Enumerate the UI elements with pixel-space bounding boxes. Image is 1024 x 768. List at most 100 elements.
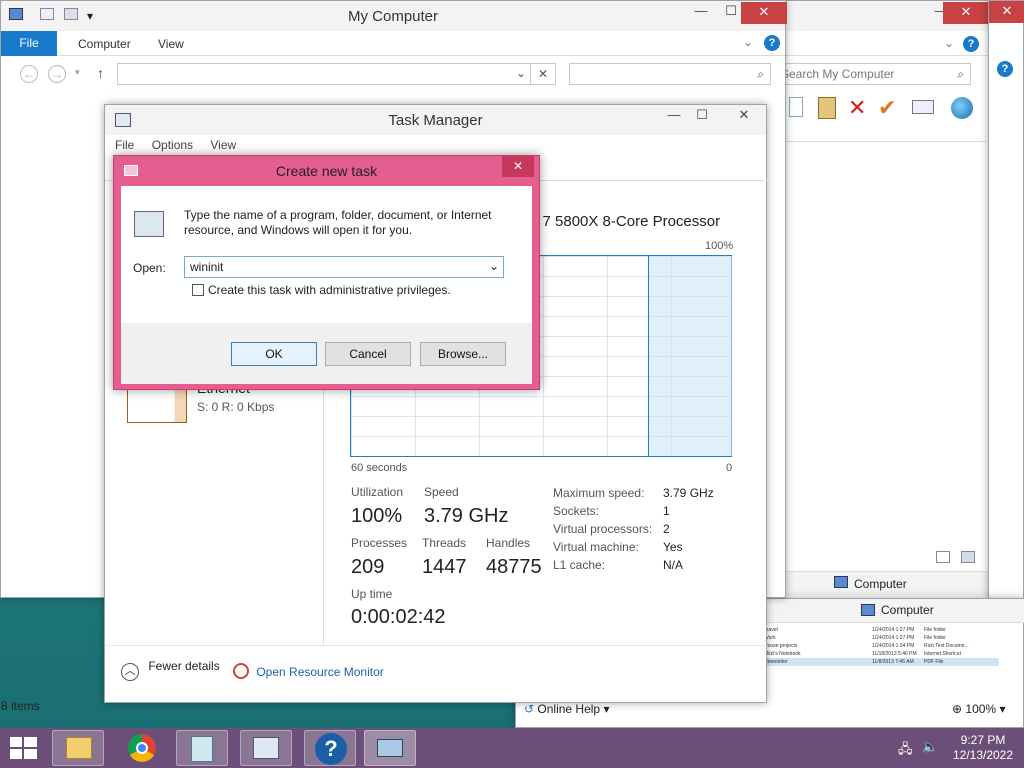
threads-value: 1447: [422, 556, 467, 578]
dialog-footer: OK Cancel Browse...: [121, 323, 532, 384]
processes-value: 209: [351, 556, 385, 578]
cpu-usage-fill: [648, 256, 732, 456]
forward-icon[interactable]: →: [48, 65, 66, 83]
close-button[interactable]: ✕: [989, 1, 1024, 23]
file-list: Travel 1/24/2014 1:27 PM File folder Work 1/…: [764, 626, 999, 681]
tab-file[interactable]: File: [1, 31, 57, 56]
uptime-label: Up time: [351, 587, 393, 601]
search-placeholder: Search My Computer: [781, 67, 895, 81]
speed-label: Speed: [424, 485, 459, 499]
help-icon[interactable]: ?: [963, 36, 979, 52]
windows-logo-icon: [10, 737, 22, 747]
utilization-label: Utilization: [351, 485, 404, 499]
zoom-control[interactable]: ⊕ 100% ▾: [952, 702, 1005, 716]
search-input[interactable]: Search My Computer ⌕: [776, 63, 971, 85]
maximize-button[interactable]: ☐: [685, 105, 719, 127]
up-icon[interactable]: ↑: [97, 65, 104, 81]
globe-icon[interactable]: [951, 97, 973, 119]
taskbar-explorer[interactable]: [52, 730, 104, 766]
back-icon[interactable]: ←: [20, 65, 38, 83]
page-icon[interactable]: [789, 97, 803, 117]
items-count: 8 items: [1, 699, 40, 713]
ribbon-tabs: File Computer View ⌄ ?: [1, 31, 785, 56]
help-icon[interactable]: ?: [764, 35, 780, 51]
menu-options[interactable]: Options: [152, 138, 193, 152]
footer-divider: [105, 645, 767, 646]
threads-label: Threads: [422, 536, 467, 550]
close-button[interactable]: ✕: [741, 2, 787, 24]
chevron-down-icon[interactable]: ⌄: [489, 259, 499, 273]
table-cell: 11/8/2013 7:46 AM: [872, 659, 914, 665]
online-help-label: Online Help: [537, 702, 601, 716]
clear-button[interactable]: ✕: [530, 63, 556, 85]
delete-icon[interactable]: ✕: [848, 95, 866, 121]
search-input[interactable]: ⌕: [569, 63, 771, 85]
detail-value: 3.79 GHz: [663, 486, 714, 500]
tab-view[interactable]: View: [158, 37, 184, 51]
table-row[interactable]: Newsletter 11/8/2013 7:46 AM PDF File: [764, 658, 999, 666]
taskbar: ? 🖧 🔈 9:27 PM 12/13/2022: [0, 728, 1024, 768]
notes-icon: [191, 736, 213, 762]
taskbar-run[interactable]: [364, 730, 416, 766]
clipboard-icon[interactable]: [818, 97, 836, 119]
chevron-down-icon[interactable]: ▾: [75, 67, 80, 78]
table-row[interactable]: House projects 1/24/2014 1:34 PM Rich Text…: [764, 642, 999, 650]
chevron-down-icon[interactable]: ⌄: [944, 36, 954, 50]
table-row[interactable]: Travel 1/24/2014 1:27 PM File folder: [764, 626, 999, 634]
taskbar-help[interactable]: ?: [304, 730, 356, 766]
view-icons: [936, 551, 976, 566]
chevron-down-icon[interactable]: ⌄: [516, 66, 526, 80]
table-row[interactable]: Work 1/24/2014 1:27 PM File folder: [764, 634, 999, 642]
taskbar-notes[interactable]: [176, 730, 228, 766]
check-icon[interactable]: ✔: [878, 95, 896, 121]
open-input-value: wininit: [190, 260, 224, 274]
status-bar: Computer: [786, 571, 991, 595]
taskbar-task-manager[interactable]: [240, 730, 292, 766]
table-cell: 1/24/2014 1:27 PM: [872, 635, 915, 641]
cancel-button[interactable]: Cancel: [325, 342, 411, 366]
open-input[interactable]: wininit ⌄: [184, 256, 504, 278]
menu-file[interactable]: File: [115, 138, 134, 152]
detail-value: 1: [663, 504, 670, 518]
fewer-details-button[interactable]: ︿ Fewer details: [121, 659, 220, 681]
chevron-down-icon[interactable]: ⌄: [743, 35, 753, 49]
close-button[interactable]: ✕: [502, 156, 534, 177]
ok-button[interactable]: OK: [231, 342, 317, 366]
tab-computer[interactable]: Computer: [78, 37, 131, 51]
close-button[interactable]: ✕: [943, 2, 989, 24]
collapse-icon: ︿: [121, 663, 139, 681]
detail-key: L1 cache:: [553, 558, 606, 572]
volume-icon[interactable]: 🔈: [922, 739, 938, 755]
ethernet-thumbnail[interactable]: [127, 385, 187, 423]
details-view-icon[interactable]: [936, 551, 950, 563]
browse-button[interactable]: Browse...: [420, 342, 506, 366]
time: 9:27 PM: [960, 733, 1006, 747]
far-right-window: ✕ ?: [988, 0, 1024, 600]
table-cell: 1/24/2014 1:27 PM: [872, 627, 915, 633]
start-button[interactable]: [10, 737, 38, 759]
handles-label: Handles: [486, 536, 531, 550]
detail-value: N/A: [663, 558, 684, 572]
minimize-button[interactable]: —: [684, 1, 718, 23]
processes-label: Processes: [351, 536, 408, 550]
table-row[interactable]: Mitzi's Notebook 11/18/2013 5:46 PM Intern…: [764, 650, 999, 658]
search-icon[interactable]: ⌕: [957, 67, 964, 82]
table-cell: 1/24/2014 1:34 PM: [872, 643, 915, 649]
taskbar-chrome[interactable]: [117, 730, 169, 766]
help-link[interactable]: ↺ Online Help ▾: [524, 702, 609, 716]
close-button[interactable]: ✕: [721, 105, 767, 127]
admin-checkbox[interactable]: [192, 284, 204, 296]
clock[interactable]: 9:27 PM 12/13/2022: [948, 733, 1018, 763]
network-icon[interactable]: 🖧: [898, 740, 913, 762]
resource-monitor-link[interactable]: Open Resource Monitor: [233, 663, 384, 682]
search-icon[interactable]: ⌕: [757, 67, 764, 82]
menu-view[interactable]: View: [210, 138, 236, 152]
help-icon[interactable]: ?: [997, 61, 1013, 77]
address-bar[interactable]: ⌄: [117, 63, 531, 85]
status-location: Computer: [854, 577, 907, 591]
rename-icon[interactable]: [912, 100, 934, 114]
large-icons-view-icon[interactable]: [961, 551, 976, 563]
handles-value: 48775: [486, 556, 542, 578]
table-cell: Rich Text Docume...: [924, 643, 969, 649]
help-icon: ↺: [524, 702, 535, 716]
